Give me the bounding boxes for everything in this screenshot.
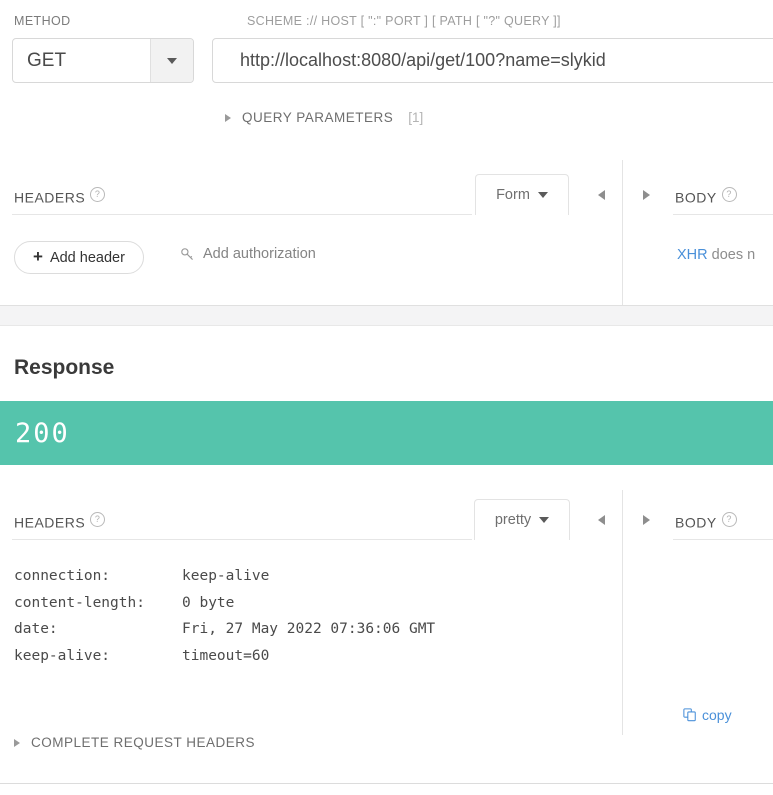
chevron-down-icon	[537, 192, 548, 198]
chevron-right-icon	[14, 738, 20, 747]
copy-icon	[683, 708, 697, 722]
response-pane-next-button[interactable]	[637, 511, 655, 529]
copy-button[interactable]: copy	[683, 707, 732, 723]
add-authorization-label: Add authorization	[203, 246, 316, 262]
chevron-down-icon	[167, 57, 177, 64]
add-authorization-button[interactable]: Add authorization	[180, 246, 316, 262]
response-header-value: Fri, 27 May 2022 07:36:06 GMT	[182, 621, 436, 637]
bottom-divider	[0, 783, 773, 784]
response-header-value: keep-alive	[182, 568, 270, 584]
response-header-value: 0 byte	[182, 594, 235, 611]
method-label: METHOD	[14, 14, 71, 28]
response-header-key: connection:	[14, 568, 111, 584]
url-format-label: SCHEME :// HOST [ ":" PORT ] [ PATH [ "?…	[247, 14, 561, 28]
response-header-value: timeout=60	[182, 647, 270, 664]
copy-label: copy	[702, 707, 732, 723]
request-body-title: BODY?	[675, 187, 737, 206]
chevron-right-icon	[642, 190, 650, 200]
complete-request-headers-toggle[interactable]: COMPLETE REQUEST HEADERS	[14, 735, 255, 750]
url-input[interactable]: http://localhost:8080/api/get/100?name=s…	[212, 38, 773, 83]
request-body-label: BODY	[675, 189, 717, 206]
request-pane-prev-button[interactable]	[592, 186, 610, 204]
help-icon[interactable]: ?	[90, 512, 106, 527]
request-headers-mode-value: Form	[496, 187, 530, 203]
response-headers-mode-button[interactable]: pretty	[474, 499, 570, 540]
request-headers-label: HEADERS	[14, 189, 86, 206]
request-headers-mode-button[interactable]: Form	[475, 174, 569, 215]
key-icon	[180, 247, 195, 262]
section-separator	[0, 305, 773, 326]
table-row: connection: keep-alive	[14, 568, 435, 595]
query-parameters-count: [1]	[408, 110, 424, 125]
request-pane-next-button[interactable]	[637, 186, 655, 204]
response-title: Response	[14, 356, 115, 379]
chevron-right-icon	[642, 515, 650, 525]
method-select-value: GET	[27, 49, 67, 71]
method-select[interactable]: GET	[12, 38, 194, 83]
response-headers-table: connection: keep-alive content-length: 0 by…	[14, 568, 435, 674]
response-body-label: BODY	[675, 514, 717, 531]
response-headers-mode-value: pretty	[494, 512, 532, 528]
request-headers-title: HEADERS?	[14, 187, 106, 206]
table-row: content-length: 0 byte	[14, 595, 435, 622]
response-headers-underline	[12, 539, 472, 540]
response-status-code: 200	[15, 417, 70, 449]
request-panel-divider	[622, 160, 623, 305]
response-headers-title: HEADERS?	[14, 512, 106, 531]
query-parameters-label: QUERY PARAMETERS	[242, 110, 394, 125]
plus-icon: +	[33, 247, 43, 266]
xhr-link[interactable]: XHR	[677, 247, 708, 263]
add-header-button[interactable]: + Add header	[14, 241, 144, 274]
response-panel-divider	[622, 490, 623, 735]
response-headers-label: HEADERS	[14, 514, 86, 531]
method-select-caret[interactable]	[150, 39, 193, 82]
complete-request-headers-label: COMPLETE REQUEST HEADERS	[31, 735, 256, 750]
response-header-key: date:	[14, 621, 58, 637]
response-pane-prev-button[interactable]	[592, 511, 610, 529]
url-input-value: http://localhost:8080/api/get/100?name=s…	[240, 50, 606, 70]
table-row: date: Fri, 27 May 2022 07:36:06 GMT	[14, 621, 435, 648]
help-icon[interactable]: ?	[721, 512, 737, 527]
chevron-right-icon	[225, 113, 231, 122]
query-parameters-toggle[interactable]: QUERY PARAMETERS [1]	[225, 110, 423, 125]
request-body-underline	[673, 214, 773, 215]
request-panel: HEADERS? Form BODY?	[0, 160, 773, 305]
help-icon[interactable]: ?	[90, 187, 106, 202]
response-body-title: BODY?	[675, 512, 737, 531]
response-status-banner: 200	[0, 401, 773, 465]
table-row: keep-alive: timeout=60	[14, 648, 435, 675]
chevron-left-icon	[597, 515, 605, 525]
response-body-underline	[673, 539, 773, 540]
response-header-key: keep-alive:	[14, 647, 111, 664]
request-headers-underline	[12, 214, 472, 215]
help-icon[interactable]: ?	[721, 187, 737, 202]
chevron-left-icon	[597, 190, 605, 200]
chevron-down-icon	[539, 517, 550, 523]
add-header-label: Add header	[49, 249, 125, 266]
request-body-note: XHR does n	[677, 247, 755, 263]
response-header-key: content-length:	[14, 594, 145, 611]
xhr-note-rest: does n	[707, 247, 756, 263]
